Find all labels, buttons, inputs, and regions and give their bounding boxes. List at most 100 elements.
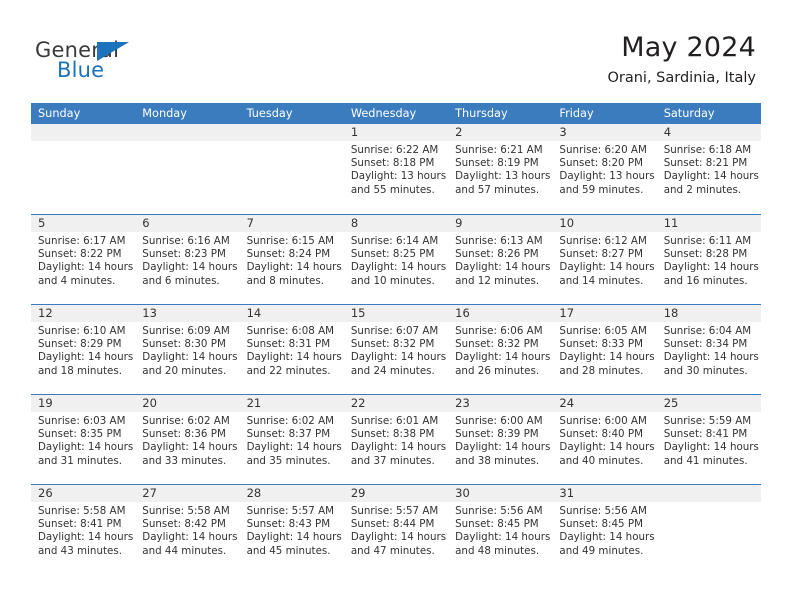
daylight-duration-line1: Daylight: 14 hours xyxy=(559,261,655,274)
daylight-duration-line1: Daylight: 14 hours xyxy=(246,261,342,274)
calendar-day-cell[interactable]: 1 Sunrise: 6:22 AM Sunset: 8:18 PM Daylight… xyxy=(343,124,449,214)
daylight-duration-line1: Daylight: 14 hours xyxy=(38,531,134,544)
title-block: May 2024 Orani, Sardinia, Italy xyxy=(607,32,756,87)
calendar-week-row: 26 Sunrise: 5:58 AM Sunset: 8:41 PM Dayligh… xyxy=(31,484,761,574)
daylight-duration-line2: and 28 minutes. xyxy=(559,364,644,377)
calendar-day-cell[interactable]: 25 Sunrise: 5:59 AM Sunset: 8:41 PM Dayligh… xyxy=(656,395,761,484)
daylight-duration-line2: and 16 minutes. xyxy=(663,274,748,287)
sunset-time: Sunset: 8:35 PM xyxy=(38,428,122,441)
sunset-time: Sunset: 8:33 PM xyxy=(559,338,643,351)
day-number xyxy=(656,485,761,502)
sunset-time: Sunset: 8:23 PM xyxy=(142,248,226,261)
sunrise-time: Sunrise: 5:56 AM xyxy=(455,505,543,517)
calendar-day-cell[interactable]: 4 Sunrise: 6:18 AM Sunset: 8:21 PM Daylight… xyxy=(656,124,761,214)
calendar-day-cell[interactable]: 24 Sunrise: 6:00 AM Sunset: 8:40 PM Dayligh… xyxy=(552,395,657,484)
page-subtitle: Orani, Sardinia, Italy xyxy=(607,70,756,86)
calendar-day-cell[interactable]: 31 Sunrise: 5:56 AM Sunset: 8:45 PM Dayligh… xyxy=(552,485,657,574)
day-number: 20 xyxy=(135,395,240,412)
daylight-duration-line1: Daylight: 14 hours xyxy=(663,441,759,454)
sunset-time: Sunset: 8:41 PM xyxy=(38,518,122,531)
calendar-day-cell[interactable]: 15 Sunrise: 6:07 AM Sunset: 8:32 PM Dayligh… xyxy=(343,305,449,394)
calendar-day-cell[interactable]: 28 Sunrise: 5:57 AM Sunset: 8:43 PM Dayligh… xyxy=(239,485,344,574)
day-number: 4 xyxy=(656,124,761,141)
sunrise-time: Sunrise: 5:57 AM xyxy=(246,505,335,517)
daylight-duration-line2: and 38 minutes. xyxy=(455,454,540,467)
daylight-duration-line1: Daylight: 14 hours xyxy=(246,351,342,364)
calendar-day-cell[interactable]: 11 Sunrise: 6:11 AM Sunset: 8:28 PM Dayligh… xyxy=(656,215,761,304)
sunset-time: Sunset: 8:30 PM xyxy=(142,338,226,351)
sunset-time: Sunset: 8:40 PM xyxy=(559,428,643,441)
calendar-day-cell[interactable]: 3 Sunrise: 6:20 AM Sunset: 8:20 PM Daylight… xyxy=(552,124,657,214)
sunset-time: Sunset: 8:34 PM xyxy=(663,338,748,351)
calendar-week-row: 1 Sunrise: 6:22 AM Sunset: 8:18 PM Daylight… xyxy=(31,124,761,214)
day-number: 19 xyxy=(31,395,136,412)
day-details: Sunrise: 6:14 AM Sunset: 8:25 PM Daylight:… xyxy=(344,232,448,288)
calendar-day-cell[interactable]: 6 Sunrise: 6:16 AM Sunset: 8:23 PM Daylight… xyxy=(135,215,240,304)
daylight-duration-line2: and 30 minutes. xyxy=(663,364,748,377)
calendar-day-cell[interactable]: 20 Sunrise: 6:02 AM Sunset: 8:36 PM Dayligh… xyxy=(135,395,240,484)
calendar-day-cell[interactable]: 8 Sunrise: 6:14 AM Sunset: 8:25 PM Daylight… xyxy=(343,215,449,304)
daylight-duration-line2: and 24 minutes. xyxy=(350,364,435,377)
day-details: Sunrise: 6:22 AM Sunset: 8:18 PM Daylight:… xyxy=(344,141,448,197)
sunset-time: Sunset: 8:42 PM xyxy=(142,518,226,531)
daylight-duration-line2: and 47 minutes. xyxy=(350,544,435,557)
calendar-day-cell[interactable]: 26 Sunrise: 5:58 AM Sunset: 8:41 PM Dayligh… xyxy=(31,485,136,574)
calendar-day-cell[interactable]: 7 Sunrise: 6:15 AM Sunset: 8:24 PM Daylight… xyxy=(239,215,344,304)
calendar-day-cell[interactable]: 16 Sunrise: 6:06 AM Sunset: 8:32 PM Dayligh… xyxy=(448,305,553,394)
calendar-day-cell[interactable]: 23 Sunrise: 6:00 AM Sunset: 8:39 PM Dayligh… xyxy=(448,395,553,484)
calendar-day-cell[interactable]: 21 Sunrise: 6:02 AM Sunset: 8:37 PM Dayligh… xyxy=(239,395,344,484)
daylight-duration-line1: Daylight: 13 hours xyxy=(350,170,447,183)
calendar-day-cell[interactable]: 13 Sunrise: 6:09 AM Sunset: 8:30 PM Dayligh… xyxy=(135,305,240,394)
sunset-time: Sunset: 8:29 PM xyxy=(38,338,122,351)
sunrise-time: Sunrise: 6:22 AM xyxy=(350,144,439,156)
day-number: 9 xyxy=(448,215,553,232)
general-blue-logo[interactable]: General Blue xyxy=(35,38,165,86)
sunset-time: Sunset: 8:39 PM xyxy=(455,428,539,441)
day-details: Sunrise: 6:06 AM Sunset: 8:32 PM Daylight:… xyxy=(448,322,552,378)
calendar-day-cell[interactable]: 5 Sunrise: 6:17 AM Sunset: 8:22 PM Daylight… xyxy=(31,215,136,304)
sunset-time: Sunset: 8:45 PM xyxy=(559,518,643,531)
sunset-time: Sunset: 8:36 PM xyxy=(142,428,226,441)
day-details: Sunrise: 6:15 AM Sunset: 8:24 PM Daylight:… xyxy=(240,232,344,288)
day-number: 25 xyxy=(656,395,761,412)
calendar-day-cell[interactable]: 18 Sunrise: 6:04 AM Sunset: 8:34 PM Dayligh… xyxy=(656,305,761,394)
daylight-duration-line2: and 22 minutes. xyxy=(246,364,331,377)
sunset-time: Sunset: 8:26 PM xyxy=(455,248,539,261)
sunrise-time: Sunrise: 6:06 AM xyxy=(455,325,543,337)
calendar-day-cell[interactable]: 22 Sunrise: 6:01 AM Sunset: 8:38 PM Dayligh… xyxy=(343,395,449,484)
daylight-duration-line1: Daylight: 14 hours xyxy=(559,351,655,364)
calendar-day-cell[interactable]: 27 Sunrise: 5:58 AM Sunset: 8:42 PM Dayligh… xyxy=(135,485,240,574)
calendar-day-cell[interactable]: 19 Sunrise: 6:03 AM Sunset: 8:35 PM Dayligh… xyxy=(31,395,136,484)
calendar-day-cell[interactable]: 10 Sunrise: 6:12 AM Sunset: 8:27 PM Dayligh… xyxy=(552,215,657,304)
day-number: 18 xyxy=(656,305,761,322)
daylight-duration-line2: and 40 minutes. xyxy=(559,454,644,467)
day-details: Sunrise: 6:00 AM Sunset: 8:39 PM Daylight:… xyxy=(448,412,552,468)
page-title: May 2024 xyxy=(621,32,756,63)
calendar-day-cell[interactable]: 2 Sunrise: 6:21 AM Sunset: 8:19 PM Daylight… xyxy=(448,124,553,214)
daylight-duration-line1: Daylight: 14 hours xyxy=(559,441,655,454)
day-details: Sunrise: 6:17 AM Sunset: 8:22 PM Daylight:… xyxy=(31,232,135,288)
day-number: 2 xyxy=(448,124,553,141)
daylight-duration-line1: Daylight: 14 hours xyxy=(455,441,551,454)
calendar-day-cell[interactable]: 12 Sunrise: 6:10 AM Sunset: 8:29 PM Dayligh… xyxy=(31,305,136,394)
day-details: Sunrise: 6:11 AM Sunset: 8:28 PM Daylight:… xyxy=(657,232,761,288)
day-number: 12 xyxy=(31,305,136,322)
calendar-day-cell[interactable]: 14 Sunrise: 6:08 AM Sunset: 8:31 PM Dayligh… xyxy=(239,305,344,394)
daylight-duration-line2: and 26 minutes. xyxy=(455,364,540,377)
day-details: Sunrise: 6:20 AM Sunset: 8:20 PM Daylight:… xyxy=(552,141,656,197)
day-details: Sunrise: 6:02 AM Sunset: 8:36 PM Daylight:… xyxy=(135,412,239,468)
sunrise-time: Sunrise: 5:58 AM xyxy=(142,505,230,517)
day-details: Sunrise: 6:04 AM Sunset: 8:34 PM Daylight:… xyxy=(657,322,761,378)
day-number: 11 xyxy=(656,215,761,232)
calendar-day-cell[interactable]: 9 Sunrise: 6:13 AM Sunset: 8:26 PM Daylight… xyxy=(448,215,553,304)
calendar-day-cell[interactable]: 30 Sunrise: 5:56 AM Sunset: 8:45 PM Dayligh… xyxy=(448,485,553,574)
weekday-header-wednesday: Wednesday xyxy=(350,107,417,120)
daylight-duration-line2: and 4 minutes. xyxy=(38,274,116,287)
calendar-day-cell[interactable]: 17 Sunrise: 6:05 AM Sunset: 8:33 PM Dayligh… xyxy=(552,305,657,394)
daylight-duration-line2: and 18 minutes. xyxy=(38,364,122,377)
calendar-day-cell[interactable]: 29 Sunrise: 5:57 AM Sunset: 8:44 PM Dayligh… xyxy=(343,485,449,574)
day-details: Sunrise: 5:58 AM Sunset: 8:42 PM Daylight:… xyxy=(135,502,239,558)
sunset-time: Sunset: 8:44 PM xyxy=(350,518,435,531)
day-number: 27 xyxy=(135,485,240,502)
day-details: Sunrise: 6:10 AM Sunset: 8:29 PM Daylight:… xyxy=(31,322,135,378)
